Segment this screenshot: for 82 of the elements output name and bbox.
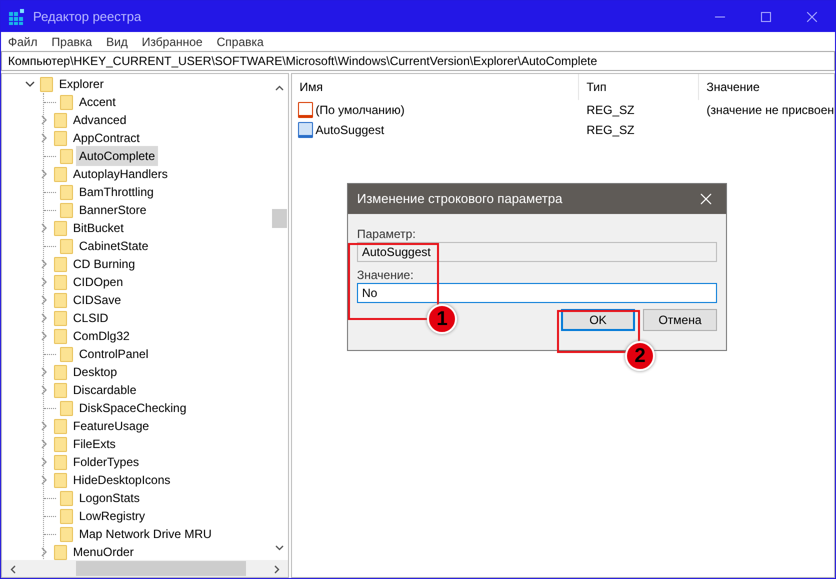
- value-data: (значение не присвоен: [705, 102, 834, 119]
- tree-item[interactable]: BannerStore: [76, 200, 150, 220]
- tree-item[interactable]: CabinetState: [76, 236, 152, 256]
- tree-item[interactable]: Advanced: [70, 110, 130, 130]
- column-header[interactable]: Имя: [292, 74, 580, 100]
- folder-icon: [54, 418, 67, 434]
- tree-item[interactable]: LogonStats: [76, 488, 143, 508]
- tree-item[interactable]: LowRegistry: [76, 506, 148, 526]
- app-icon: [9, 8, 25, 24]
- tree-item[interactable]: ControlPanel: [76, 344, 152, 364]
- tree-item[interactable]: FileExts: [70, 434, 119, 454]
- tree-item[interactable]: DiskSpaceChecking: [76, 398, 190, 418]
- folder-icon: [54, 112, 67, 128]
- folder-icon: [60, 346, 73, 362]
- folder-icon: [54, 310, 67, 326]
- menu-item[interactable]: Справка: [210, 32, 271, 50]
- step-marker: 2: [625, 341, 655, 371]
- menu-item[interactable]: Правка: [44, 32, 100, 50]
- close-icon[interactable]: [807, 12, 817, 22]
- scrollbar-thumb[interactable]: [76, 561, 246, 576]
- tree-item[interactable]: CD Burning: [70, 254, 138, 274]
- folder-icon: [54, 166, 67, 182]
- tree-item[interactable]: ComDlg32: [70, 326, 133, 346]
- folder-icon: [54, 544, 67, 560]
- folder-icon: [54, 454, 67, 470]
- tree-item[interactable]: AppContract: [70, 128, 143, 148]
- folder-icon: [54, 328, 67, 344]
- folder-icon: [60, 94, 73, 110]
- tree-item[interactable]: Explorer: [56, 74, 107, 94]
- folder-icon: [54, 220, 67, 236]
- tree-item[interactable]: Map Network Drive MRU: [76, 524, 215, 544]
- folder-icon: [54, 130, 67, 146]
- field-label: Параметр:: [357, 226, 416, 242]
- folder-icon: [54, 364, 67, 380]
- address-bar[interactable]: Компьютер\HKEY_CURRENT_USER\SOFTWARE\Microsoft\Windows\CurrentVersion\Explorer\AutoComplete: [1, 51, 835, 71]
- scrollbar-thumb[interactable]: [272, 209, 288, 228]
- tree-item[interactable]: CLSID: [70, 308, 112, 328]
- folder-icon: [40, 76, 53, 92]
- folder-icon: [54, 274, 67, 290]
- tree-item[interactable]: CIDOpen: [70, 272, 126, 292]
- column-header[interactable]: Тип: [579, 74, 700, 100]
- column-header[interactable]: Значение: [699, 74, 760, 100]
- folder-icon: [60, 184, 73, 200]
- ok-button[interactable]: OK: [561, 309, 635, 331]
- tree-item[interactable]: BamThrottling: [76, 182, 157, 202]
- menu-item[interactable]: Вид: [99, 32, 135, 50]
- folder-icon: [54, 436, 67, 452]
- tree-item[interactable]: Accent: [76, 92, 119, 112]
- cancel-button[interactable]: Отмена: [643, 309, 717, 331]
- tree-item[interactable]: Discardable: [70, 380, 140, 400]
- menu-item[interactable]: Файл: [1, 32, 45, 50]
- value-name[interactable]: (По умолчанию): [315, 101, 405, 119]
- window-title: Редактор реестра: [33, 8, 142, 26]
- tree-item[interactable]: AutoplayHandlers: [70, 164, 171, 184]
- folder-icon: [54, 292, 67, 308]
- folder-icon: [60, 238, 73, 254]
- folder-icon: [60, 508, 73, 524]
- value-type: REG_SZ: [585, 102, 636, 119]
- maximize-icon[interactable]: [761, 12, 771, 22]
- dialog-title: Изменение строкового параметра: [357, 190, 562, 208]
- folder-icon: [60, 400, 73, 416]
- tree-item[interactable]: Desktop: [70, 362, 120, 382]
- tree-item[interactable]: FolderTypes: [70, 452, 142, 472]
- folder-icon: [60, 202, 73, 218]
- tree-item[interactable]: HideDesktopIcons: [70, 470, 174, 490]
- folder-icon: [60, 148, 73, 164]
- tree-item[interactable]: AutoComplete: [76, 146, 158, 166]
- tree-item[interactable]: CIDSave: [70, 290, 124, 310]
- input-field[interactable]: AutoSuggest: [357, 242, 717, 262]
- menu-item[interactable]: Избранное: [134, 32, 210, 50]
- value-type: REG_SZ: [585, 122, 636, 139]
- field-label: Значение:: [357, 267, 414, 283]
- tree-item[interactable]: BitBucket: [70, 218, 127, 238]
- tree-item[interactable]: FeatureUsage: [70, 416, 152, 436]
- folder-icon: [54, 472, 67, 488]
- tree-item[interactable]: MenuOrder: [70, 542, 137, 560]
- folder-icon: [54, 382, 67, 398]
- folder-icon: [60, 490, 73, 506]
- value-name[interactable]: AutoSuggest: [315, 121, 384, 139]
- folder-icon: [60, 526, 73, 542]
- folder-icon: [54, 256, 67, 272]
- input-field[interactable]: No: [357, 283, 717, 303]
